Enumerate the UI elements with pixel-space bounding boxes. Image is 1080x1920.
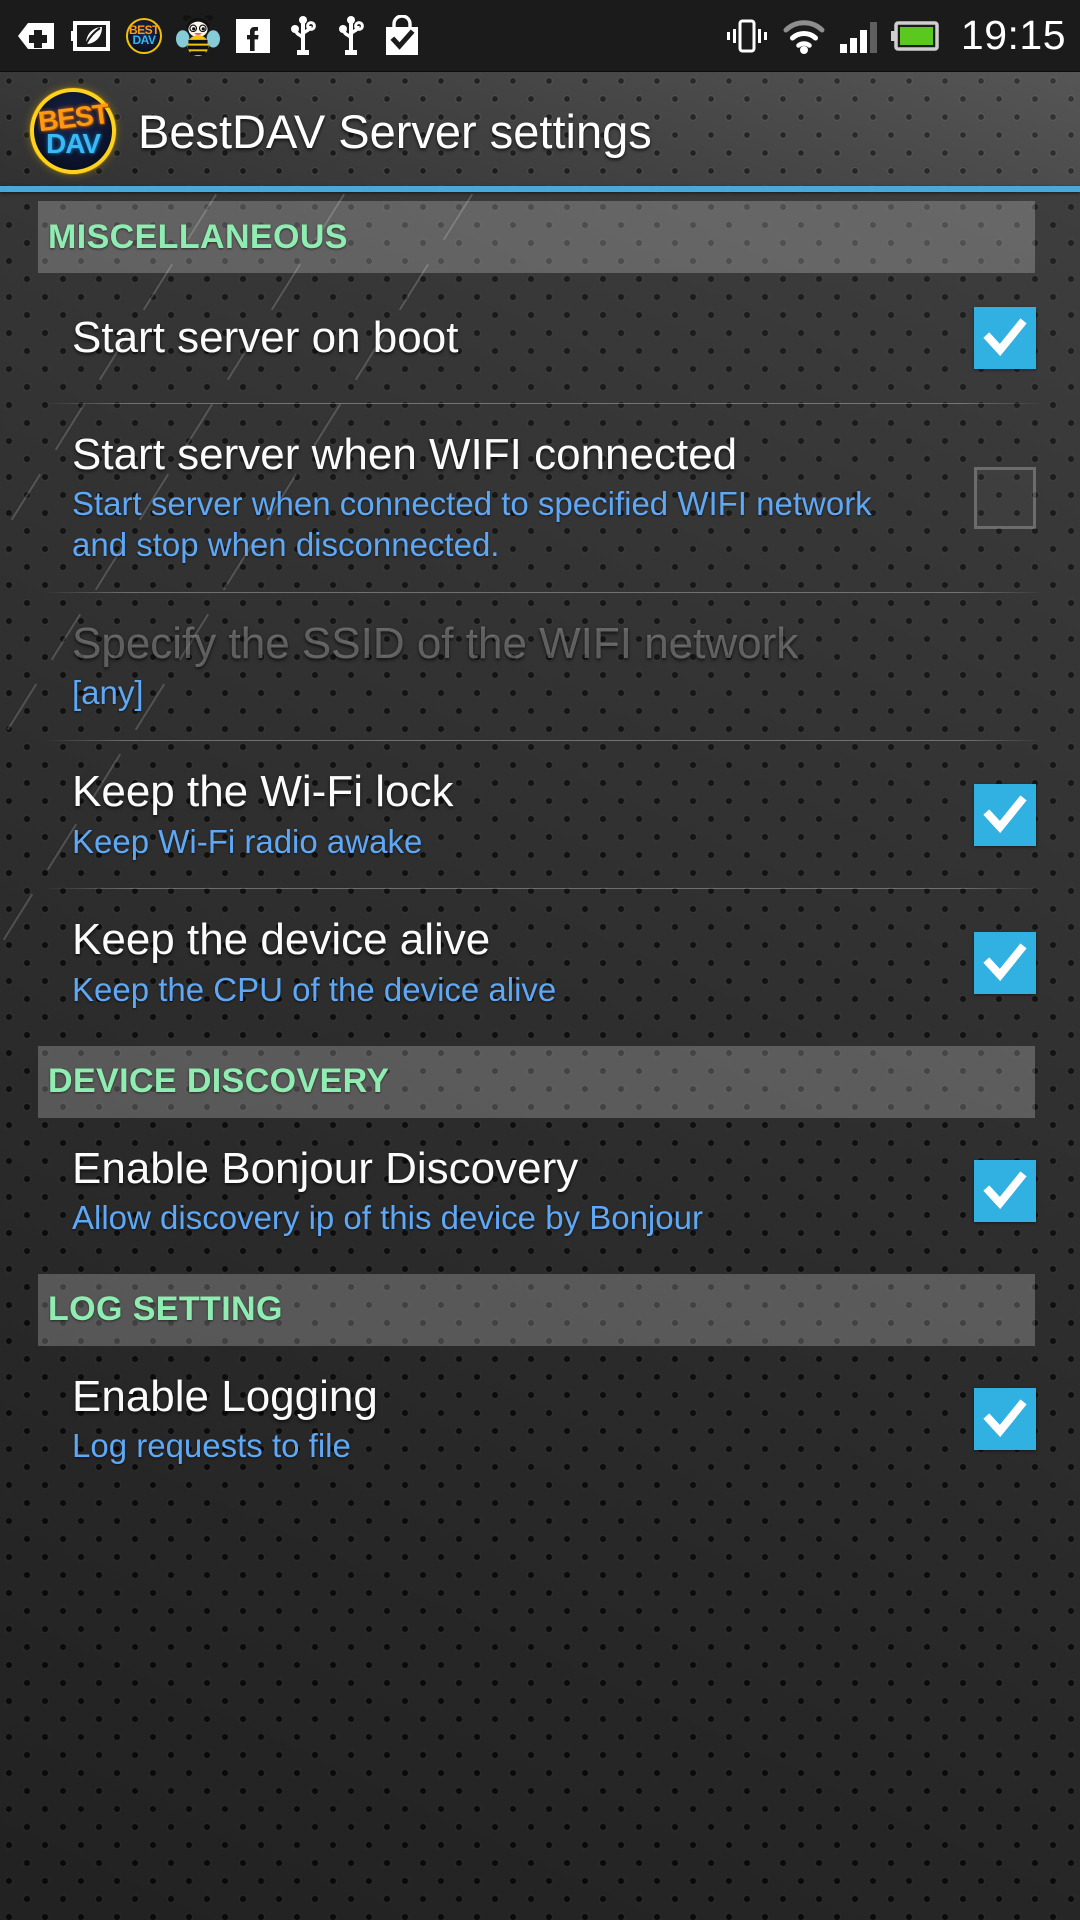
app-logo-top-text: BEST (35, 98, 110, 138)
setting-title: Keep the Wi-Fi lock (72, 767, 454, 817)
setting-title: Start server on boot (72, 313, 459, 363)
setting-checkbox-slot[interactable] (930, 467, 1080, 530)
setting-row-texts: Start server when WIFI connected Start se… (72, 430, 930, 566)
checkbox-unchecked[interactable] (974, 467, 1036, 530)
setting-summary: Keep the CPU of the device alive (72, 970, 557, 1008)
setting-checkbox-slot[interactable] (930, 307, 1080, 369)
status-bar-left-icons: BEST DAV (16, 14, 724, 58)
checkbox-checked[interactable] (974, 932, 1036, 994)
checkbox-checked[interactable] (974, 783, 1036, 846)
setting-row-texts: Start server on boot (72, 313, 930, 362)
setting-title: Start server when WIFI connected (72, 430, 738, 479)
setting-title: Keep the device alive (72, 915, 491, 965)
section-header-label: DEVICE DISCOVERY (48, 1062, 390, 1101)
setting-row[interactable]: Start server on boot (0, 273, 1080, 403)
section-header-label: MISCELLANEOUS (48, 217, 348, 256)
usb-icon (334, 15, 368, 56)
settings-list[interactable]: MISCELLANEOUS Start server on boot Start s… (0, 192, 1080, 1920)
setting-row[interactable]: Keep the Wi-Fi lock Keep Wi-Fi radio awak… (0, 741, 1080, 888)
page-title: BestDAV Server settings (138, 104, 652, 158)
status-bar: BEST DAV 19:15 (0, 0, 1080, 72)
check-icon (983, 1399, 1027, 1438)
status-bar-clock: 19:15 (960, 12, 1066, 58)
setting-row-texts: Enable Logging Log requests to file (72, 1372, 930, 1467)
checkbox-checked[interactable] (974, 307, 1036, 369)
setting-checkbox-slot[interactable] (930, 1160, 1080, 1223)
check-icon (983, 1171, 1027, 1210)
action-bar: BEST DAV BestDAV Server settings (0, 72, 1080, 190)
section-header-1: DEVICE DISCOVERY (38, 1045, 1035, 1118)
check-icon (983, 943, 1027, 982)
check-icon (983, 318, 1027, 357)
setting-row-texts: Enable Bonjour Discovery Allow discovery … (72, 1144, 930, 1239)
play-store-check-icon (382, 14, 422, 57)
status-bar-right-icons: 19:15 (724, 15, 1066, 56)
setting-checkbox-slot[interactable] (930, 1388, 1080, 1451)
usb-icon (286, 15, 320, 56)
setting-title: Enable Logging (72, 1371, 378, 1421)
vibrate-icon (724, 17, 770, 55)
section-header-2: LOG SETTING (38, 1273, 1035, 1346)
action-bar-accent-line (0, 186, 1080, 192)
setting-title: Enable Bonjour Discovery (72, 1143, 579, 1193)
bestdav-notification-icon: BEST DAV (126, 17, 162, 54)
setting-summary: Start server when connected to specified… (72, 485, 872, 564)
checkbox-checked[interactable] (974, 1160, 1036, 1223)
app-logo-bottom-text: DAV (45, 128, 101, 159)
setting-checkbox-slot[interactable] (930, 932, 1080, 994)
arrow-plus-icon (16, 18, 56, 54)
section-header-0: MISCELLANEOUS (38, 201, 1035, 273)
setting-row[interactable]: Keep the device alive Keep the CPU of the… (0, 889, 1080, 1036)
phone-screen: BEST DAV 19:15 BEST DAV BestDAV Server s… (0, 0, 1080, 1920)
checkbox-checked[interactable] (974, 1388, 1036, 1451)
setting-summary: [any] (72, 674, 144, 712)
setting-summary: Keep Wi-Fi radio awake (72, 822, 423, 860)
wifi-icon (781, 17, 827, 55)
cellular-signal-icon (838, 17, 880, 55)
setting-title: Specify the SSID of the WIFI network (72, 619, 799, 669)
eco-battery-leaf-icon (70, 18, 112, 54)
setting-row-texts: Keep the Wi-Fi lock Keep Wi-Fi radio awak… (72, 767, 930, 862)
setting-row[interactable]: Specify the SSID of the WIFI network [any… (0, 593, 1080, 740)
setting-row[interactable]: Enable Logging Log requests to file (0, 1346, 1080, 1493)
check-icon (983, 795, 1027, 833)
setting-row-texts: Keep the device alive Keep the CPU of the… (72, 915, 930, 1010)
facebook-icon (234, 17, 272, 55)
setting-checkbox-slot[interactable] (930, 783, 1080, 846)
setting-summary: Log requests to file (72, 1427, 351, 1465)
setting-row[interactable]: Start server when WIFI connected Start se… (0, 404, 1080, 592)
battery-icon (890, 18, 941, 54)
section-header-label: LOG SETTING (48, 1290, 283, 1329)
app-logo-icon[interactable]: BEST DAV (30, 88, 116, 174)
setting-summary: Allow discovery ip of this device by Bon… (72, 1198, 703, 1236)
bee-notification-icon (176, 14, 220, 58)
setting-row[interactable]: Enable Bonjour Discovery Allow discovery … (0, 1118, 1080, 1265)
setting-row-texts: Specify the SSID of the WIFI network [any… (72, 619, 930, 714)
